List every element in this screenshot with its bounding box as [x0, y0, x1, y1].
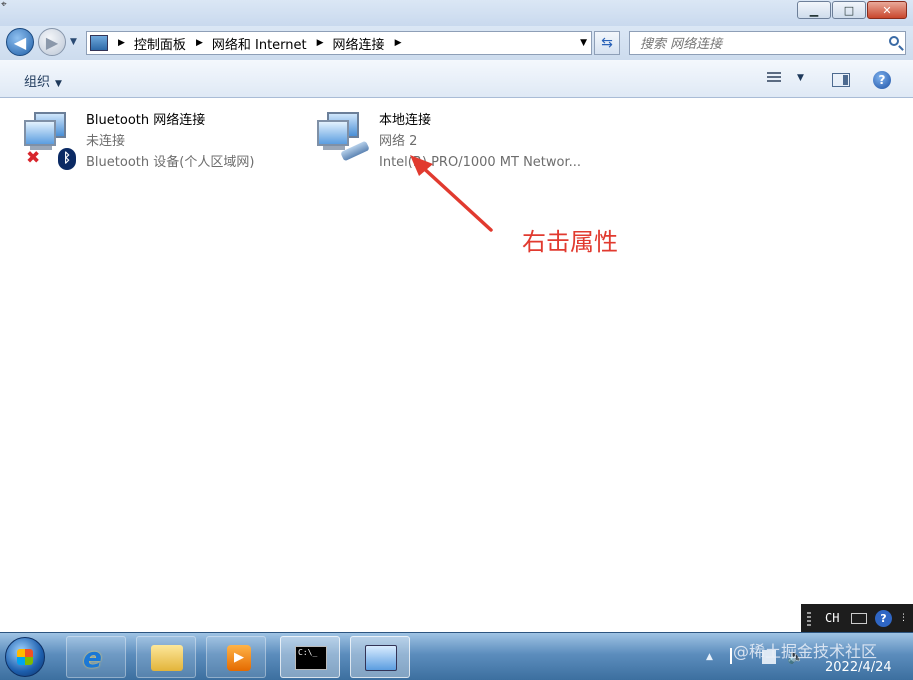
breadcrumb-separator[interactable]: ▶: [317, 38, 324, 48]
connection-status: 网络 2: [379, 134, 418, 149]
network-disconnected-icon: ✖ ᛒ: [24, 110, 80, 170]
annotation-arrow-icon: [410, 155, 493, 232]
search-icon[interactable]: [889, 36, 899, 46]
breadcrumb-separator[interactable]: ▶: [395, 38, 402, 48]
close-button[interactable]: ✕: [867, 1, 907, 19]
maximize-button[interactable]: □: [832, 1, 866, 19]
start-button[interactable]: [5, 637, 45, 677]
help-button[interactable]: ?: [873, 71, 891, 89]
breadcrumb-control-panel[interactable]: 控制面板: [134, 34, 186, 53]
language-bar[interactable]: CH ? ⋮: [801, 604, 913, 634]
taskbar-media-player[interactable]: ▶: [206, 636, 266, 678]
drag-handle-icon[interactable]: [807, 612, 811, 626]
chevron-down-icon: ▼: [55, 79, 62, 89]
keyboard-icon[interactable]: [851, 613, 867, 624]
organize-menu-button[interactable]: 组织 ▼: [24, 71, 62, 90]
preview-pane-button[interactable]: [832, 73, 850, 87]
refresh-button[interactable]: ⇆: [594, 31, 620, 55]
taskbar-control-panel[interactable]: [350, 636, 410, 678]
search-box[interactable]: [629, 31, 906, 55]
connection-details: Bluetooth 网络连接 未连接 Bluetooth 设备(个人区域网): [86, 110, 254, 173]
breadcrumb-separator[interactable]: ▶: [196, 38, 203, 48]
address-bar[interactable]: ▶ 控制面板 ▶ 网络和 Internet ▶ 网络连接 ▶ ▼: [86, 31, 592, 55]
connection-name: 本地连接: [379, 113, 432, 128]
media-player-icon: ▶: [227, 645, 251, 671]
breadcrumb-separator[interactable]: ▶: [118, 38, 125, 48]
address-history-dropdown[interactable]: ▼: [580, 38, 587, 48]
clock-date[interactable]: 2022/4/24: [825, 660, 892, 675]
bluetooth-connection-item[interactable]: ✖ ᛒ Bluetooth 网络连接 未连接 Bluetooth 设备(个人区域…: [24, 110, 284, 180]
monitor-icon: [24, 120, 56, 146]
organize-label: 组织: [24, 75, 51, 90]
taskbar-internet-explorer[interactable]: e: [66, 636, 126, 678]
command-prompt-icon: C:\_: [295, 646, 327, 670]
control-panel-icon: [90, 35, 108, 51]
connection-device: Bluetooth 设备(个人区域网): [86, 155, 255, 170]
help-icon[interactable]: ?: [875, 610, 892, 627]
options-icon[interactable]: ⋮: [899, 613, 908, 623]
recent-pages-dropdown[interactable]: ▼: [70, 37, 77, 47]
watermark: @稀土掘金技术社区: [733, 642, 878, 661]
system-menu-icon[interactable]: ⌖: [1, 0, 10, 10]
bluetooth-icon: ᛒ: [58, 148, 76, 170]
internet-explorer-icon: e: [83, 641, 102, 674]
disconnected-x-icon: ✖: [26, 148, 41, 168]
back-button[interactable]: ◀: [6, 28, 34, 56]
connection-name: Bluetooth 网络连接: [86, 113, 206, 128]
breadcrumb-network-connections[interactable]: 网络连接: [333, 34, 385, 53]
window-controls: ▁ □ ✕: [796, 1, 907, 21]
forward-button[interactable]: ▶: [38, 28, 66, 56]
view-list-icon-line: [767, 72, 781, 74]
taskbar-command-prompt[interactable]: C:\_: [280, 636, 340, 678]
language-indicator[interactable]: CH: [825, 611, 839, 625]
command-bar: 组织 ▼ ▼ ?: [0, 60, 913, 98]
navigation-bar: ◀ ▶ ▼ ▶ 控制面板 ▶ 网络和 Internet ▶ 网络连接 ▶ ▼ ⇆: [0, 26, 913, 60]
monitor-stand-icon: [323, 146, 345, 150]
title-bar: ⌖ ▁ □ ✕: [0, 0, 913, 26]
monitor-icon: [317, 120, 349, 146]
view-list-icon-line: [767, 80, 781, 82]
view-list-icon-line: [767, 76, 781, 78]
change-view-button[interactable]: [767, 72, 781, 86]
show-hidden-icons-button[interactable]: ▲: [706, 652, 713, 662]
breadcrumb-network-internet[interactable]: 网络和 Internet: [212, 34, 307, 53]
minimize-button[interactable]: ▁: [797, 1, 831, 19]
taskbar-file-explorer[interactable]: [136, 636, 196, 678]
search-input[interactable]: [638, 33, 882, 55]
connection-status: 未连接: [86, 134, 126, 149]
network-cable-icon: [317, 110, 373, 168]
breadcrumb: ▶ 控制面板 ▶ 网络和 Internet ▶ 网络连接 ▶: [108, 34, 410, 53]
control-panel-icon: [365, 645, 397, 671]
folder-icon: [151, 645, 183, 671]
view-options-dropdown[interactable]: ▼: [797, 73, 804, 83]
annotation-text: 右击属性: [522, 228, 618, 256]
